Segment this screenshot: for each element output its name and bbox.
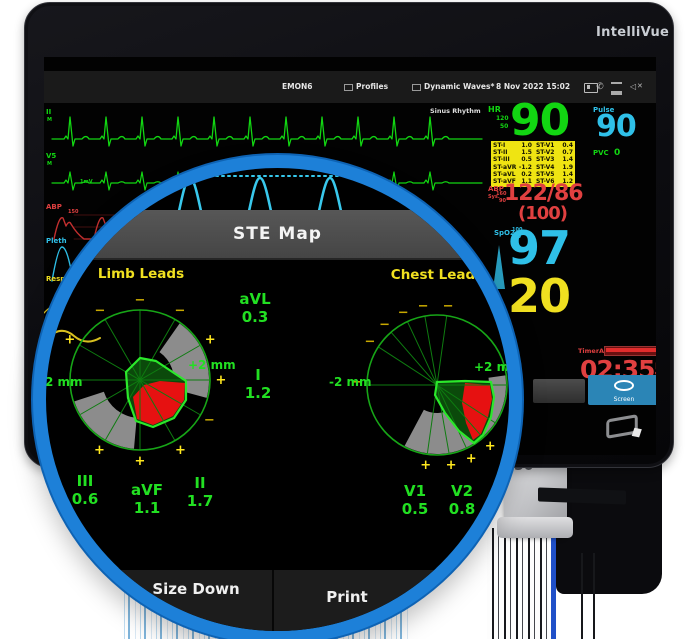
print-button[interactable]: Print [292,588,402,607]
st-row: ST-II1.5ST-V20.7 [493,149,573,156]
svg-text:−: − [398,305,409,320]
chest-pos-reference: +2 mm [474,360,522,374]
svg-text:+: + [466,451,477,466]
svg-text:+: + [175,443,186,458]
cable [581,553,583,639]
hr-low-limit: 50 [500,123,508,130]
lead-iii-value: 0.6 [55,490,115,508]
st-row: ST-III0.5ST-V31.4 [493,156,573,163]
svg-text:+: + [446,458,457,473]
lead-v2-name: V2 [432,482,492,500]
chest-neg-reference: -2 mm [329,375,389,389]
resp-value: 20 [508,269,570,323]
ste-map-title: STE Map [46,224,509,244]
screen-button[interactable]: Screen [588,375,656,405]
scene: 50 IntelliVue EMON6 Profiles Dynamic Wav… [0,0,700,639]
svg-text:−: − [95,304,106,319]
rhythm-status: Sinus Rhythm [430,107,481,115]
hr-high-limit: 120 [496,115,509,122]
spo2-value: 97 [508,221,570,275]
hr-value: 90 [510,95,569,146]
st-row: ST-I1.0ST-V10.4 [493,142,573,149]
svg-text:−: − [379,318,390,333]
svg-text:+: + [205,333,216,348]
limb-neg-reference: -2 mm [40,375,100,389]
svg-text:+: + [135,454,146,469]
svg-text:+: + [64,333,75,348]
lead-iii-name: III [55,472,115,490]
magnifier-lens: STE Map Limb Leads Chest Leads ++++++−−−… [33,155,522,639]
lead-avl-name: aVL [225,290,285,308]
lead-avf-name: aVF [117,481,177,499]
svg-text:+: + [485,439,496,454]
pvc-label: PVC [593,149,609,157]
svg-text:+: + [94,443,105,458]
phone-icon[interactable]: ✆ [593,79,607,95]
lead-i-value: 1.2 [228,384,288,402]
lead-ii-value: 1.7 [170,492,230,510]
svg-text:−: − [175,304,186,319]
svg-text:−: − [204,413,215,428]
cable [593,553,595,639]
profiles-menu[interactable]: Profiles [344,71,388,103]
main-setup-button[interactable] [533,379,585,403]
ste-map-titlebar[interactable]: STE Map [46,210,509,260]
chest-leads-title: Chest Leads [372,267,502,283]
lead-v2-value: 0.8 [432,500,492,518]
alarm-mute-icon[interactable] [630,79,644,95]
svg-text:−: − [364,334,375,349]
screen-icon [614,380,634,391]
pvc-value: 0 [614,148,620,158]
screen-select-menu[interactable]: Dynamic Waves* [412,71,494,103]
hr-label: HR [488,105,501,114]
limb-leads-title: Limb Leads [76,266,206,282]
lead-avf-value: 1.1 [117,499,177,517]
svg-text:−: − [418,299,429,314]
pulse-value: 90 [596,109,636,144]
ste-button-bar: Size Down Print [46,568,509,633]
screen-select-icon [412,84,421,91]
lead-avl-value: 0.3 [225,308,285,326]
patient-label[interactable]: EMON6 [282,71,312,103]
svg-text:−: − [135,293,146,308]
ecg1-label: II [46,108,51,116]
ecg-ii-waveform [52,111,482,151]
button-divider [272,570,274,633]
printer-icon[interactable] [611,82,622,95]
brand-logo: IntelliVue [596,25,669,40]
profiles-icon [344,84,353,91]
svg-text:+: + [216,373,227,388]
touch-logo-icon [606,414,638,439]
svg-text:+: + [420,458,431,473]
limb-pos-reference: +2 mm [188,358,248,372]
svg-text:−: − [443,299,454,314]
timer-label[interactable]: TimerA [578,347,604,355]
lead-ii-name: II [170,474,230,492]
size-down-button[interactable]: Size Down [141,580,251,599]
